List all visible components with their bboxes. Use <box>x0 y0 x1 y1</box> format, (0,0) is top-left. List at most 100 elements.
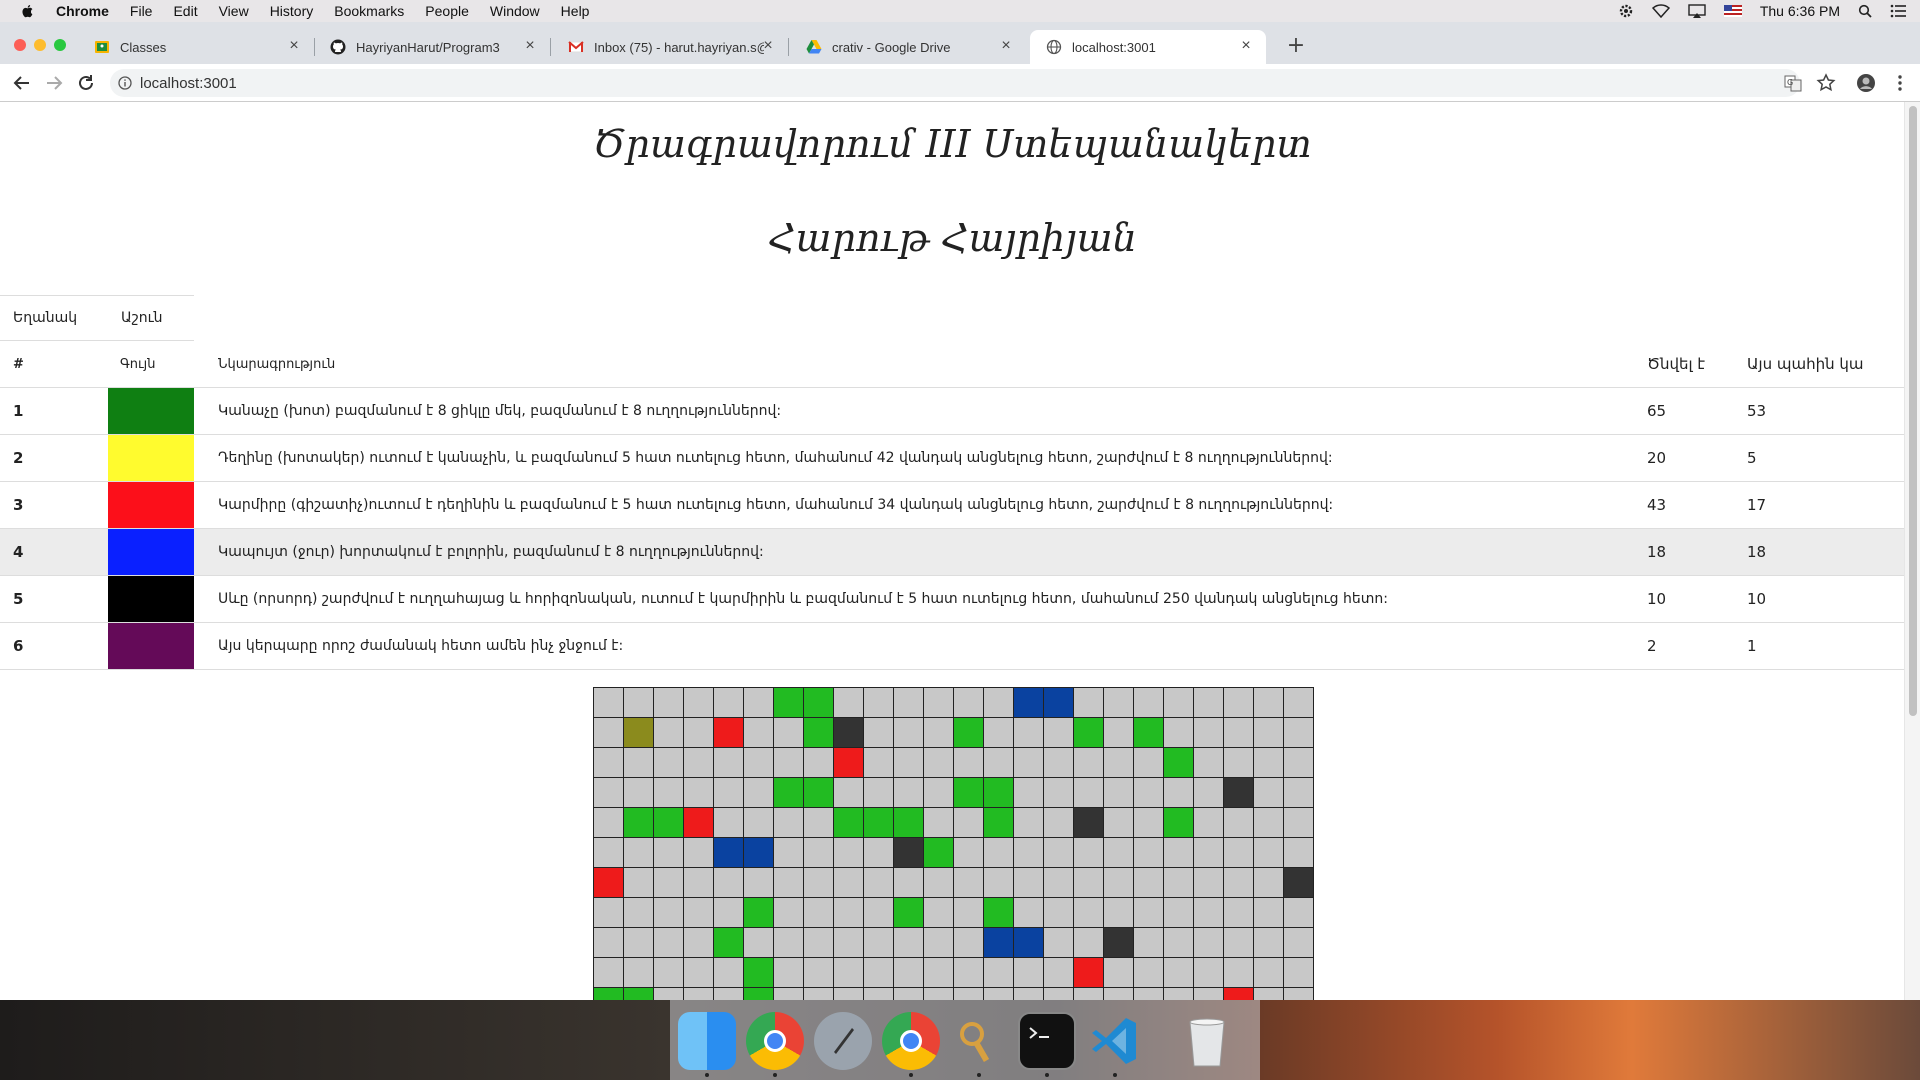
row-number: 1 <box>0 387 108 435</box>
grid-cell <box>893 987 924 1000</box>
grid-cell <box>833 867 864 898</box>
row-current-count: 53 <box>1747 387 1905 435</box>
info-icon[interactable] <box>118 76 132 90</box>
close-tab-icon[interactable]: × <box>1238 38 1254 54</box>
close-tab-icon[interactable]: × <box>286 38 302 54</box>
grid-cell <box>683 927 714 958</box>
apple-icon[interactable] <box>20 3 36 19</box>
row-born-count: 20 <box>1647 434 1747 482</box>
grid-cell <box>983 897 1014 928</box>
grid-cell <box>743 987 774 1000</box>
grid-cell <box>803 897 834 928</box>
chrome-icon[interactable] <box>746 1012 804 1070</box>
grid-cell <box>1193 837 1224 868</box>
browser-toolbar: localhost:3001 G <box>0 64 1920 102</box>
minimize-window-button[interactable] <box>34 39 46 51</box>
close-window-button[interactable] <box>14 39 26 51</box>
header-born: Ծնվել է <box>1647 341 1747 388</box>
grid-cell <box>653 927 684 958</box>
grid-cell <box>923 927 954 958</box>
color-cell <box>108 481 206 529</box>
menu-file[interactable]: File <box>130 3 153 19</box>
menu-edit[interactable]: Edit <box>173 3 197 19</box>
grid-cell <box>923 687 954 718</box>
grid-cell <box>1043 747 1074 778</box>
menu-window[interactable]: Window <box>490 3 540 19</box>
menu-app-name[interactable]: Chrome <box>56 3 109 19</box>
finder-icon[interactable] <box>678 1012 736 1070</box>
grid-cell <box>593 957 624 988</box>
airplay-icon[interactable] <box>1688 4 1706 18</box>
grid-cell <box>863 897 894 928</box>
zoom-window-button[interactable] <box>54 39 66 51</box>
grid-cell <box>773 957 804 988</box>
color-cell <box>108 575 206 623</box>
grid-cell <box>833 687 864 718</box>
close-tab-icon[interactable]: × <box>998 38 1014 54</box>
launchpad-icon[interactable] <box>814 1012 872 1070</box>
grid-cell <box>1253 687 1284 718</box>
tab-google-drive[interactable]: crativ - Google Drive × <box>790 30 1026 64</box>
grid-cell <box>1013 807 1044 838</box>
trash-icon[interactable] <box>1178 1012 1236 1070</box>
address-bar[interactable]: localhost:3001 <box>110 69 1800 97</box>
bookmark-star-icon[interactable] <box>1816 73 1836 93</box>
grid-cell <box>833 927 864 958</box>
grid-cell <box>953 747 984 778</box>
tab-divider <box>788 38 789 56</box>
chrome-menu-icon[interactable] <box>1890 73 1910 93</box>
tab-gmail[interactable]: Inbox (75) - harut.hayriyan.s@ × <box>552 30 789 64</box>
grid-cell <box>653 807 684 838</box>
spotlight-search-icon[interactable] <box>1858 4 1872 18</box>
grid-cell <box>593 747 624 778</box>
grid-cell <box>713 957 744 988</box>
menu-view[interactable]: View <box>219 3 249 19</box>
notification-center-icon[interactable] <box>1890 4 1906 18</box>
url-text[interactable]: localhost:3001 <box>140 75 237 92</box>
grid-cell <box>1073 777 1104 808</box>
vscode-icon[interactable] <box>1086 1012 1144 1070</box>
forward-arrow-icon[interactable] <box>44 73 64 93</box>
grid-cell <box>863 747 894 778</box>
menu-help[interactable]: Help <box>561 3 590 19</box>
tab-localhost[interactable]: localhost:3001 × <box>1030 30 1266 64</box>
tab-title: Classes <box>120 39 167 55</box>
menu-people[interactable]: People <box>425 3 469 19</box>
menu-bookmarks[interactable]: Bookmarks <box>334 3 404 19</box>
us-flag-icon[interactable] <box>1723 5 1742 17</box>
close-tab-icon[interactable]: × <box>760 38 776 54</box>
menu-clock[interactable]: Thu 6:36 PM <box>1760 3 1840 19</box>
terminal-icon[interactable] <box>1018 1012 1076 1070</box>
new-tab-button[interactable]: + <box>1286 35 1306 57</box>
reload-icon[interactable] <box>76 73 96 93</box>
grid-cell <box>1193 987 1224 1000</box>
grid-cell <box>713 687 744 718</box>
tab-classes[interactable]: Classes × <box>78 30 315 64</box>
grid-cell <box>1163 807 1194 838</box>
grid-cell <box>773 867 804 898</box>
scrollbar-thumb[interactable] <box>1909 106 1917 716</box>
running-indicator <box>909 1073 913 1077</box>
keychain-icon[interactable] <box>950 1012 1008 1070</box>
back-arrow-icon[interactable] <box>12 73 32 93</box>
tab-github[interactable]: HayriyanHarut/Program3 × <box>314 30 551 64</box>
grid-cell <box>593 807 624 838</box>
grid-cell <box>773 807 804 838</box>
grid-cell <box>1103 987 1134 1000</box>
grid-cell <box>1163 867 1194 898</box>
gear-icon[interactable] <box>1618 3 1634 19</box>
grid-cell <box>683 957 714 988</box>
grid-cell <box>683 987 714 1000</box>
page-scrollbar[interactable] <box>1904 102 1920 1000</box>
translate-icon[interactable]: G <box>1783 73 1803 93</box>
grid-cell <box>1253 807 1284 838</box>
menu-history[interactable]: History <box>270 3 314 19</box>
profile-avatar-icon[interactable] <box>1856 73 1876 93</box>
season-label: Եղանակ <box>13 310 78 326</box>
grid-cell <box>1163 927 1194 958</box>
running-indicator <box>773 1073 777 1077</box>
close-tab-icon[interactable]: × <box>522 38 538 54</box>
wifi-icon[interactable] <box>1651 4 1670 18</box>
chrome-icon[interactable] <box>882 1012 940 1070</box>
grid-cell <box>713 777 744 808</box>
